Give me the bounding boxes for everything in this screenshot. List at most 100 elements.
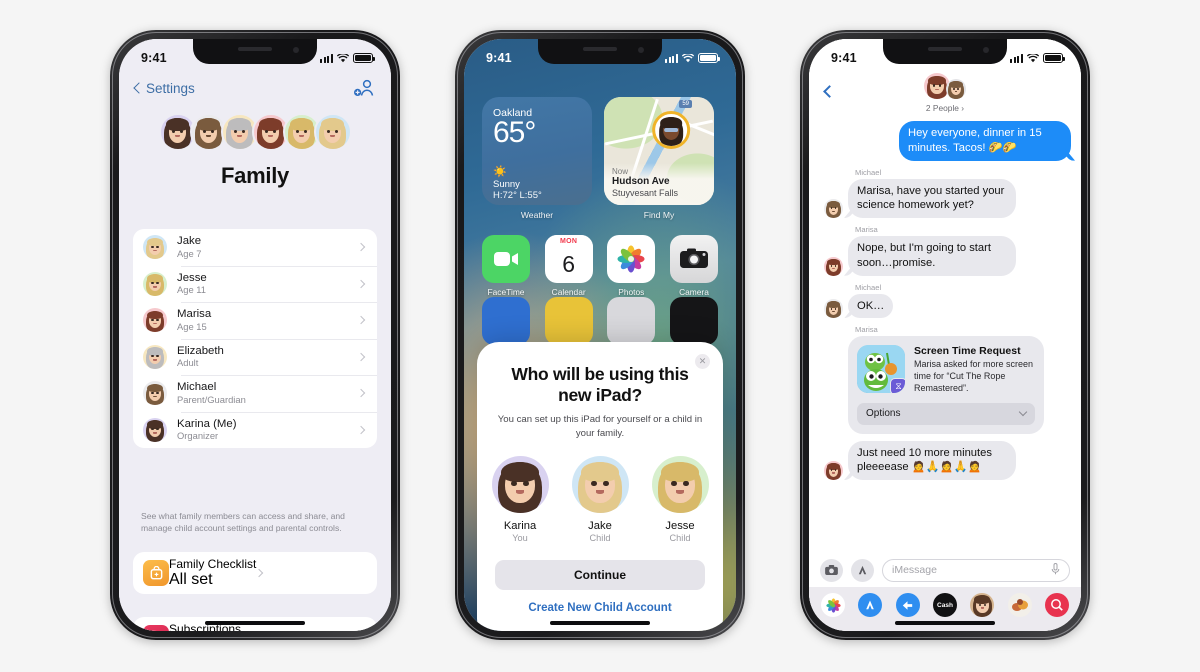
cellular-signal-icon: [1009, 53, 1023, 63]
digital-touch-icon[interactable]: [895, 593, 920, 617]
modal-title: Who will be using this new iPad?: [511, 364, 689, 405]
member-name: Jesse: [177, 271, 207, 284]
subscriptions-icon: [143, 625, 169, 631]
bubble-text: Hey everyone, dinner in 15 minutes. Taco…: [899, 121, 1071, 161]
modal-subtitle: You can set up this iPad for yourself or…: [497, 414, 703, 439]
home-indicator[interactable]: [205, 621, 305, 625]
app-grid-row-1: FaceTime MON 6 Calendar Photos Camera: [482, 235, 718, 297]
app-store-icon[interactable]: [858, 593, 883, 617]
participants-label[interactable]: 2 People ›: [809, 103, 1081, 113]
section-title: Family Checklist: [169, 557, 257, 571]
photos-app-icon[interactable]: [821, 593, 845, 617]
person-name: Jake: [588, 520, 612, 533]
list-item[interactable]: Marisa Age 15: [133, 302, 377, 339]
app-icon-blue[interactable]: [482, 297, 530, 345]
calendar-day: 6: [562, 251, 576, 277]
widget-row: Oakland 65° ☀️ Sunny H:72° L:55° Weather: [482, 97, 718, 220]
photos-icon: [607, 235, 656, 283]
phone-family-settings: 9:41 Settings: [110, 30, 400, 640]
person-option-karina[interactable]: Karina You: [491, 456, 549, 543]
screen-time-request-card[interactable]: ⧖ Screen Time Request Marisa asked for m…: [848, 336, 1044, 434]
continue-button[interactable]: Continue: [495, 560, 705, 591]
chevron-right-icon: [356, 352, 366, 361]
app-icon-yellow[interactable]: [544, 297, 593, 345]
member-detail: Age 11: [177, 284, 207, 296]
page-title: Family: [221, 163, 289, 188]
find-my-widget[interactable]: 59 Now Hudson Ave Stuyvesant Falls Find …: [604, 97, 714, 220]
facetime-icon: [482, 235, 530, 283]
avatar: [652, 111, 691, 149]
weather-widget[interactable]: Oakland 65° ☀️ Sunny H:72° L:55° Weather: [482, 97, 592, 220]
conversation-avatars[interactable]: [809, 71, 1081, 99]
cellular-signal-icon: [319, 53, 333, 63]
notch: [883, 39, 1007, 64]
member-detail: Parent/Guardian: [177, 393, 246, 405]
screen-messages: 9:41 2 People ›: [809, 39, 1081, 631]
cellular-signal-icon: [664, 53, 678, 63]
app-label: Camera: [679, 287, 709, 297]
back-to-settings-button[interactable]: Settings: [133, 81, 195, 96]
add-user-icon[interactable]: [353, 79, 375, 97]
app-grid-row-2: [482, 297, 718, 345]
weather-condition: Sunny: [493, 178, 520, 190]
options-dropdown[interactable]: Options: [857, 402, 1035, 425]
apple-cash-icon[interactable]: Cash: [932, 593, 957, 617]
microphone-icon[interactable]: [1051, 562, 1060, 578]
message-thread[interactable]: Hey everyone, dinner in 15 minutes. Taco…: [809, 117, 1081, 553]
avatar: [824, 256, 843, 276]
avatar: [824, 199, 843, 219]
card-title: Screen Time Request: [914, 345, 1021, 358]
family-footnote: See what family members can access and s…: [141, 511, 345, 534]
person-option-jesse[interactable]: Jesse Child: [651, 456, 709, 543]
image-search-icon[interactable]: [1044, 593, 1069, 617]
app-store-icon[interactable]: [851, 558, 874, 582]
app-label: Calendar: [551, 287, 586, 297]
app-label: Photos: [618, 287, 645, 297]
list-item[interactable]: Elizabeth Adult: [133, 338, 377, 376]
list-item[interactable]: Michael Parent/Guardian: [133, 375, 377, 412]
chevron-right-icon: [356, 279, 366, 288]
battery-icon: [698, 53, 720, 63]
sender-label: Marisa: [855, 325, 878, 335]
avatar: [313, 113, 352, 151]
imessage-placeholder: iMessage: [892, 564, 937, 576]
app-camera[interactable]: Camera: [669, 235, 718, 297]
status-time: 9:41: [831, 51, 857, 65]
app-facetime[interactable]: FaceTime: [482, 235, 530, 297]
modal-people-row: Karina You Jake Child Jesse Child: [491, 456, 709, 544]
calendar-weekday: MON: [544, 235, 593, 248]
close-icon[interactable]: ✕: [695, 354, 710, 369]
app-photos[interactable]: Photos: [607, 235, 656, 297]
member-name: Michael: [177, 381, 217, 394]
app-label: FaceTime: [487, 287, 525, 297]
family-checklist-row[interactable]: Family Checklist All set: [133, 552, 377, 594]
findmy-time: Now: [612, 166, 629, 176]
app-calendar[interactable]: MON 6 Calendar: [544, 235, 593, 297]
search-input[interactable]: iMessage: [882, 558, 1070, 582]
list-item[interactable]: Karina (Me) Organizer: [133, 411, 377, 449]
app-icon-gray[interactable]: [607, 297, 656, 345]
sender-label: Marisa: [855, 225, 878, 235]
weather-temperature: 65°: [493, 116, 536, 149]
camera-icon[interactable]: [820, 558, 843, 582]
bubble-text: Just need 10 more minutes pleeeease 🙍🙏🙍🙏…: [848, 440, 1016, 481]
person-role: Child: [589, 533, 611, 544]
list-item[interactable]: Jesse Age 11: [133, 265, 377, 303]
wifi-icon: [337, 53, 349, 63]
home-indicator[interactable]: [895, 621, 995, 625]
photo-sticker-icon[interactable]: [1007, 593, 1032, 617]
home-indicator[interactable]: [550, 621, 650, 625]
sender-label: Michael: [855, 282, 882, 292]
status-time: 9:41: [486, 51, 512, 65]
app-icon-black[interactable]: [669, 297, 718, 345]
person-option-jake[interactable]: Jake Child: [571, 456, 629, 544]
member-detail: Organizer: [177, 430, 219, 442]
bubble-text: OK…: [848, 293, 894, 319]
list-item[interactable]: Jake Age 7: [133, 229, 377, 266]
memoji-sticker-icon[interactable]: [970, 593, 995, 617]
family-avatar-row: [119, 113, 391, 161]
weather-high-low: H:72° L:55°: [493, 189, 542, 201]
create-child-account-link[interactable]: Create New Child Account: [495, 602, 705, 614]
status-time: 9:41: [141, 51, 167, 65]
message-compose-bar: iMessage: [809, 553, 1081, 587]
